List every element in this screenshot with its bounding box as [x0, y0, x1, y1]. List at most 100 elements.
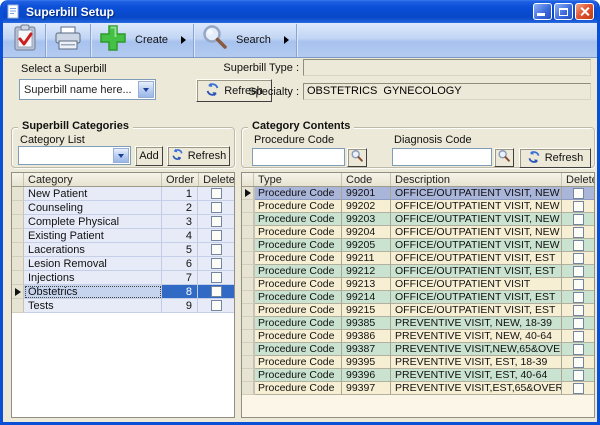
row-selector-cell[interactable]	[242, 239, 254, 252]
content-row[interactable]: Procedure Code99201OFFICE/OUTPATIENT VIS…	[242, 187, 594, 200]
row-selector-cell[interactable]	[12, 285, 24, 299]
code-cell[interactable]: 99386	[342, 330, 391, 343]
column-header-delete[interactable]: Delete	[562, 173, 595, 186]
row-selector-cell[interactable]	[12, 299, 24, 313]
row-selector-cell[interactable]	[12, 257, 24, 271]
content-row[interactable]: Procedure Code99205OFFICE/OUTPATIENT VIS…	[242, 239, 594, 252]
column-header-description[interactable]: Description	[391, 173, 562, 186]
description-cell[interactable]: PREVENTIVE VISIT,NEW,65&OVER	[391, 343, 562, 356]
content-row[interactable]: Procedure Code99387PREVENTIVE VISIT,NEW,…	[242, 343, 594, 356]
description-cell[interactable]: OFFICE/OUTPATIENT VISIT, EST	[391, 265, 562, 278]
type-cell[interactable]: Procedure Code	[254, 330, 342, 343]
delete-checkbox[interactable]	[573, 227, 584, 238]
row-selector-cell[interactable]	[242, 382, 254, 395]
description-cell[interactable]: OFFICE/OUTPATIENT VISIT, NEW	[391, 239, 562, 252]
type-cell[interactable]: Procedure Code	[254, 226, 342, 239]
description-cell[interactable]: OFFICE/OUTPATIENT VISIT, NEW	[391, 213, 562, 226]
delete-checkbox[interactable]	[573, 214, 584, 225]
delete-cell[interactable]	[562, 239, 594, 252]
delete-checkbox[interactable]	[573, 201, 584, 212]
row-selector-cell[interactable]	[12, 229, 24, 243]
category-cell[interactable]: Injections	[24, 271, 162, 285]
delete-cell[interactable]	[562, 226, 594, 239]
delete-cell[interactable]	[198, 215, 234, 229]
row-selector-cell[interactable]	[242, 330, 254, 343]
category-cell[interactable]: Tests	[24, 299, 162, 313]
delete-cell[interactable]	[562, 265, 594, 278]
type-cell[interactable]: Procedure Code	[254, 278, 342, 291]
code-cell[interactable]: 99385	[342, 317, 391, 330]
code-cell[interactable]: 99387	[342, 343, 391, 356]
row-selector-cell[interactable]	[242, 252, 254, 265]
category-row[interactable]: Counseling2	[12, 201, 234, 215]
delete-cell[interactable]	[562, 382, 594, 395]
delete-cell[interactable]	[198, 229, 234, 243]
column-header-order[interactable]: Order	[162, 173, 199, 186]
category-row[interactable]: Lacerations5	[12, 243, 234, 257]
row-selector-cell[interactable]	[12, 187, 24, 201]
delete-checkbox[interactable]	[573, 240, 584, 251]
category-refresh-button[interactable]: Refresh	[167, 146, 230, 166]
row-selector-cell[interactable]	[242, 265, 254, 278]
type-cell[interactable]: Procedure Code	[254, 252, 342, 265]
column-header-code[interactable]: Code	[342, 173, 391, 186]
order-cell[interactable]: 9	[162, 299, 198, 313]
code-cell[interactable]: 99204	[342, 226, 391, 239]
code-cell[interactable]: 99205	[342, 239, 391, 252]
order-cell[interactable]: 8	[162, 285, 198, 299]
procedure-search-button[interactable]	[347, 148, 367, 167]
delete-cell[interactable]	[198, 257, 234, 271]
code-cell[interactable]: 99396	[342, 369, 391, 382]
delete-checkbox[interactable]	[211, 230, 222, 241]
delete-cell[interactable]	[198, 187, 234, 201]
type-cell[interactable]: Procedure Code	[254, 369, 342, 382]
type-cell[interactable]: Procedure Code	[254, 304, 342, 317]
delete-cell[interactable]	[198, 299, 234, 313]
row-selector-cell[interactable]	[242, 317, 254, 330]
code-cell[interactable]: 99395	[342, 356, 391, 369]
delete-cell[interactable]	[562, 343, 594, 356]
description-cell[interactable]: OFFICE/OUTPATIENT VISIT, EST	[391, 252, 562, 265]
delete-cell[interactable]	[562, 330, 594, 343]
description-cell[interactable]: OFFICE/OUTPATIENT VISIT, EST	[391, 291, 562, 304]
category-cell[interactable]: Obstetrics	[24, 285, 162, 299]
row-selector-cell[interactable]	[242, 226, 254, 239]
delete-cell[interactable]	[198, 243, 234, 257]
category-cell[interactable]: Counseling	[24, 201, 162, 215]
delete-checkbox[interactable]	[573, 253, 584, 264]
code-cell[interactable]: 99201	[342, 187, 391, 200]
content-row[interactable]: Procedure Code99396PREVENTIVE VISIT, EST…	[242, 369, 594, 382]
column-header-type[interactable]: Type	[254, 173, 342, 186]
type-cell[interactable]: Procedure Code	[254, 200, 342, 213]
delete-cell[interactable]	[562, 304, 594, 317]
code-cell[interactable]: 99202	[342, 200, 391, 213]
row-selector-cell[interactable]	[12, 215, 24, 229]
delete-checkbox[interactable]	[573, 279, 584, 290]
type-cell[interactable]: Procedure Code	[254, 356, 342, 369]
content-row[interactable]: Procedure Code99397PREVENTIVE VISIT,EST,…	[242, 382, 594, 395]
delete-cell[interactable]	[562, 213, 594, 226]
category-list-combo[interactable]	[18, 146, 131, 165]
row-selector-cell[interactable]	[12, 201, 24, 215]
content-row[interactable]: Procedure Code99213OFFICE/OUTPATIENT VIS…	[242, 278, 594, 291]
content-row[interactable]: Procedure Code99215OFFICE/OUTPATIENT VIS…	[242, 304, 594, 317]
delete-checkbox[interactable]	[573, 331, 584, 342]
delete-checkbox[interactable]	[211, 244, 222, 255]
content-row[interactable]: Procedure Code99385PREVENTIVE VISIT, NEW…	[242, 317, 594, 330]
type-cell[interactable]: Procedure Code	[254, 382, 342, 395]
category-row[interactable]: Tests9	[12, 299, 234, 313]
category-row[interactable]: Obstetrics8	[12, 285, 234, 299]
delete-cell[interactable]	[198, 271, 234, 285]
code-cell[interactable]: 99215	[342, 304, 391, 317]
diagnosis-code-input[interactable]	[392, 148, 492, 166]
description-cell[interactable]: PREVENTIVE VISIT, EST, 40-64	[391, 369, 562, 382]
content-row[interactable]: Procedure Code99211OFFICE/OUTPATIENT VIS…	[242, 252, 594, 265]
delete-checkbox[interactable]	[573, 357, 584, 368]
order-cell[interactable]: 6	[162, 257, 198, 271]
code-cell[interactable]: 99214	[342, 291, 391, 304]
type-cell[interactable]: Procedure Code	[254, 291, 342, 304]
column-header-category[interactable]: Category	[24, 173, 162, 186]
delete-checkbox[interactable]	[211, 258, 222, 269]
combo-dropdown-button[interactable]	[113, 148, 129, 163]
code-cell[interactable]: 99213	[342, 278, 391, 291]
